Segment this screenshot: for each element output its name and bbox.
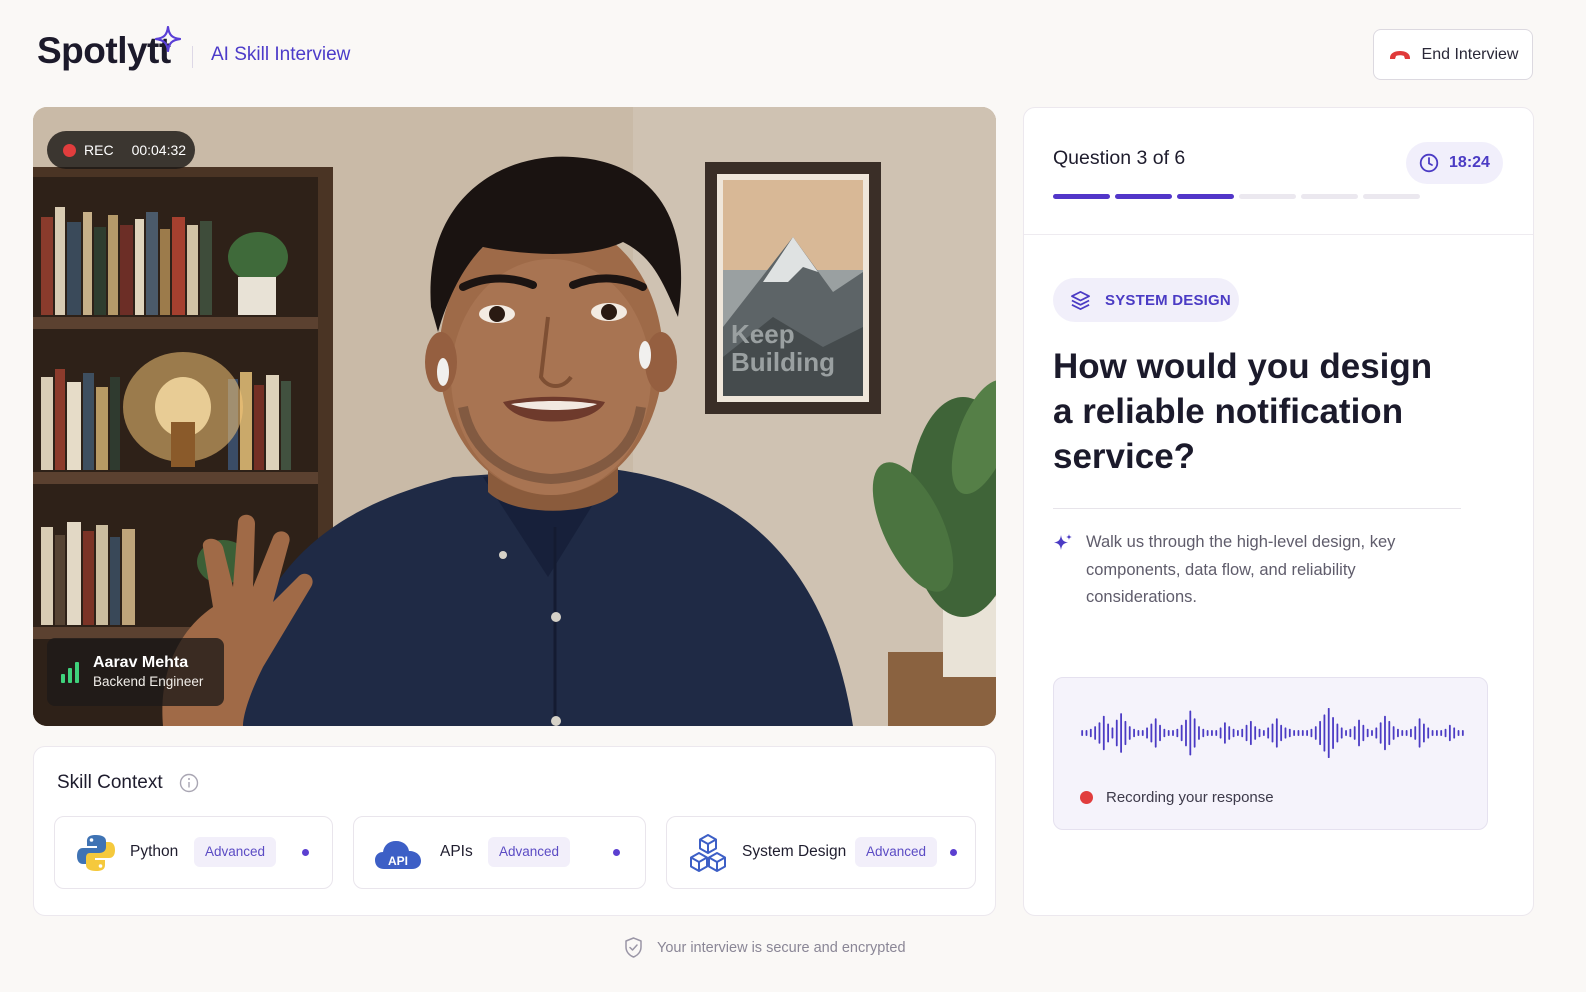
skill-name: APIs (440, 843, 473, 860)
brand: Spotlytt AI Skill Interview (37, 26, 350, 72)
progress-segment (1115, 194, 1172, 199)
countdown-timer: 18:24 (1406, 142, 1503, 184)
recording-badge: REC 00:04:32 (47, 131, 195, 169)
category-label: SYSTEM DESIGN (1105, 291, 1231, 309)
audio-level-icon (61, 661, 79, 683)
question-text: How would you design a reliable notifica… (1053, 347, 1433, 476)
question-panel: Question 3 of 6 18:24 SYSTEM DESIGN How … (1023, 107, 1534, 916)
progress-segment (1301, 194, 1358, 199)
recording-status-label: Recording your response (1106, 789, 1274, 806)
question-progress (1053, 194, 1420, 199)
poster-text-line1: Keep (731, 319, 795, 349)
divider (1053, 508, 1461, 509)
skill-status-dot (302, 849, 309, 856)
clock-icon (1419, 153, 1439, 173)
skill-card-python[interactable]: Python Advanced (54, 816, 333, 889)
timer-value: 18:24 (1449, 154, 1490, 171)
shield-check-icon (625, 937, 642, 958)
layers-icon (1071, 290, 1090, 310)
audio-waveform (1081, 708, 1464, 758)
brand-divider (192, 46, 193, 68)
python-icon (77, 835, 115, 871)
question-counter: Question 3 of 6 (1053, 147, 1186, 169)
rec-timer: 00:04:32 (131, 142, 187, 158)
record-dot-icon (1080, 791, 1093, 804)
progress-segment (1177, 194, 1234, 199)
page-subtitle: AI Skill Interview (211, 44, 351, 65)
api-icon-text: API (388, 854, 408, 868)
skill-level-badge: Advanced (194, 837, 277, 867)
candidate-video: Keep Building REC 00:04:32 Aarav Mehta B… (33, 107, 996, 726)
end-interview-label: End Interview (1421, 45, 1519, 63)
security-notice: Your interview is secure and encrypted (624, 937, 906, 958)
poster-text-line2: Building (731, 347, 835, 377)
skill-level-badge: Advanced (855, 837, 938, 867)
question-hint: Walk us through the high-level design, k… (1086, 533, 1396, 606)
candidate-name: Aarav Mehta (93, 654, 189, 671)
divider (1024, 234, 1533, 235)
end-interview-button[interactable]: End Interview (1373, 29, 1533, 80)
skill-status-dot (950, 849, 957, 856)
info-icon[interactable] (179, 773, 199, 793)
skill-context-title: Skill Context (57, 772, 163, 793)
skill-card-system-design[interactable]: System Design Advanced (666, 816, 976, 889)
recording-waveform-panel: Recording your response (1053, 677, 1488, 830)
progress-segment (1239, 194, 1296, 199)
skill-card-apis[interactable]: API APIs Advanced (353, 816, 646, 889)
skill-level-badge: Advanced (488, 837, 571, 867)
skill-name: System Design (742, 843, 847, 860)
sparkle-icon (155, 26, 181, 52)
skill-context-panel: Skill Context Python Advanced API APIs A… (33, 746, 996, 916)
candidate-role: Backend Engineer (93, 674, 204, 689)
rec-label: REC (84, 142, 114, 158)
hang-up-phone-icon (1389, 50, 1410, 59)
progress-segment (1363, 194, 1420, 199)
cubes-icon (690, 834, 726, 872)
api-cloud-icon: API (375, 841, 421, 869)
security-notice-text: Your interview is secure and encrypted (657, 939, 906, 956)
question-category-badge: SYSTEM DESIGN (1053, 278, 1239, 322)
logo: Spotlytt (37, 30, 171, 71)
skill-status-dot (613, 849, 620, 856)
video-frame-illustration: Keep Building (33, 107, 996, 726)
progress-segment (1053, 194, 1110, 199)
candidate-name-card: Aarav Mehta Backend Engineer (47, 638, 224, 706)
record-dot-icon (63, 143, 76, 157)
sparkle-icon (1054, 534, 1072, 550)
skill-name: Python (130, 843, 179, 860)
recording-status: Recording your response (1080, 789, 1274, 806)
